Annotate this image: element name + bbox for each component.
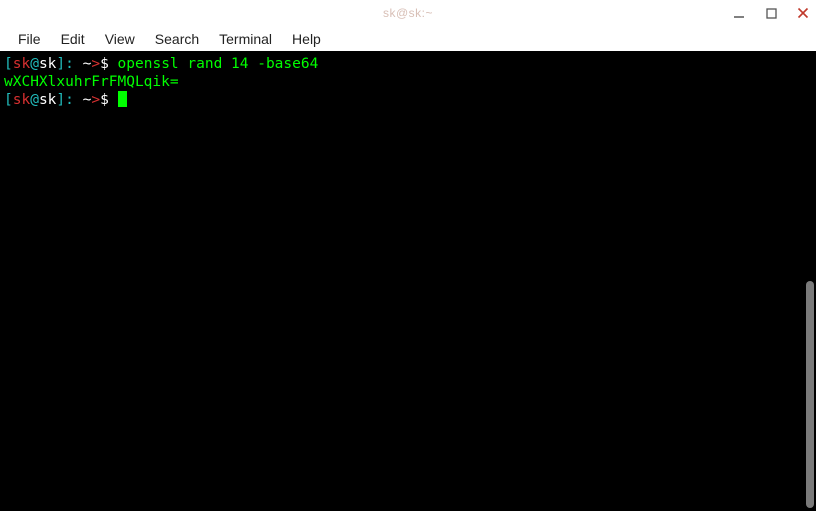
menu-search[interactable]: Search <box>145 28 209 50</box>
prompt-host: sk <box>39 56 56 72</box>
window-title: sk@sk:~ <box>383 6 433 20</box>
prompt-bracket-close: ]: <box>56 92 82 108</box>
prompt-arrow: > <box>91 92 100 108</box>
menubar: File Edit View Search Terminal Help <box>0 26 816 51</box>
menu-view[interactable]: View <box>95 28 145 50</box>
titlebar: sk@sk:~ <box>0 0 816 26</box>
prompt-bracket-close: ]: <box>56 56 82 72</box>
cursor <box>118 91 127 107</box>
terminal-line-3: [sk@sk]: ~>$ <box>4 91 800 109</box>
prompt-arrow: > <box>91 56 100 72</box>
terminal-container: [sk@sk]: ~>$ openssl rand 14 -base64wXCH… <box>0 51 816 511</box>
scrollbar-thumb[interactable] <box>806 281 814 508</box>
window-controls <box>732 0 810 26</box>
close-button[interactable] <box>796 6 810 20</box>
prompt-user: sk <box>13 56 30 72</box>
command-text: openssl rand 14 -base64 <box>118 56 319 72</box>
menu-edit[interactable]: Edit <box>51 28 95 50</box>
prompt-at: @ <box>30 92 39 108</box>
prompt-at: @ <box>30 56 39 72</box>
minimize-icon <box>733 7 745 19</box>
terminal-line-1: [sk@sk]: ~>$ openssl rand 14 -base64 <box>4 55 800 73</box>
terminal[interactable]: [sk@sk]: ~>$ openssl rand 14 -base64wXCH… <box>0 51 804 511</box>
maximize-icon <box>766 8 777 19</box>
close-icon <box>797 7 809 19</box>
prompt-bracket-open: [ <box>4 56 13 72</box>
prompt-dollar: $ <box>100 92 117 108</box>
menu-terminal[interactable]: Terminal <box>209 28 282 50</box>
menu-file[interactable]: File <box>8 28 51 50</box>
scrollbar[interactable] <box>804 51 816 511</box>
prompt-bracket-open: [ <box>4 92 13 108</box>
prompt-host: sk <box>39 92 56 108</box>
maximize-button[interactable] <box>764 6 778 20</box>
menu-help[interactable]: Help <box>282 28 331 50</box>
minimize-button[interactable] <box>732 6 746 20</box>
prompt-dollar: $ <box>100 56 117 72</box>
prompt-user: sk <box>13 92 30 108</box>
terminal-output: wXCHXlxuhrFrFMQLqik= <box>4 73 800 91</box>
